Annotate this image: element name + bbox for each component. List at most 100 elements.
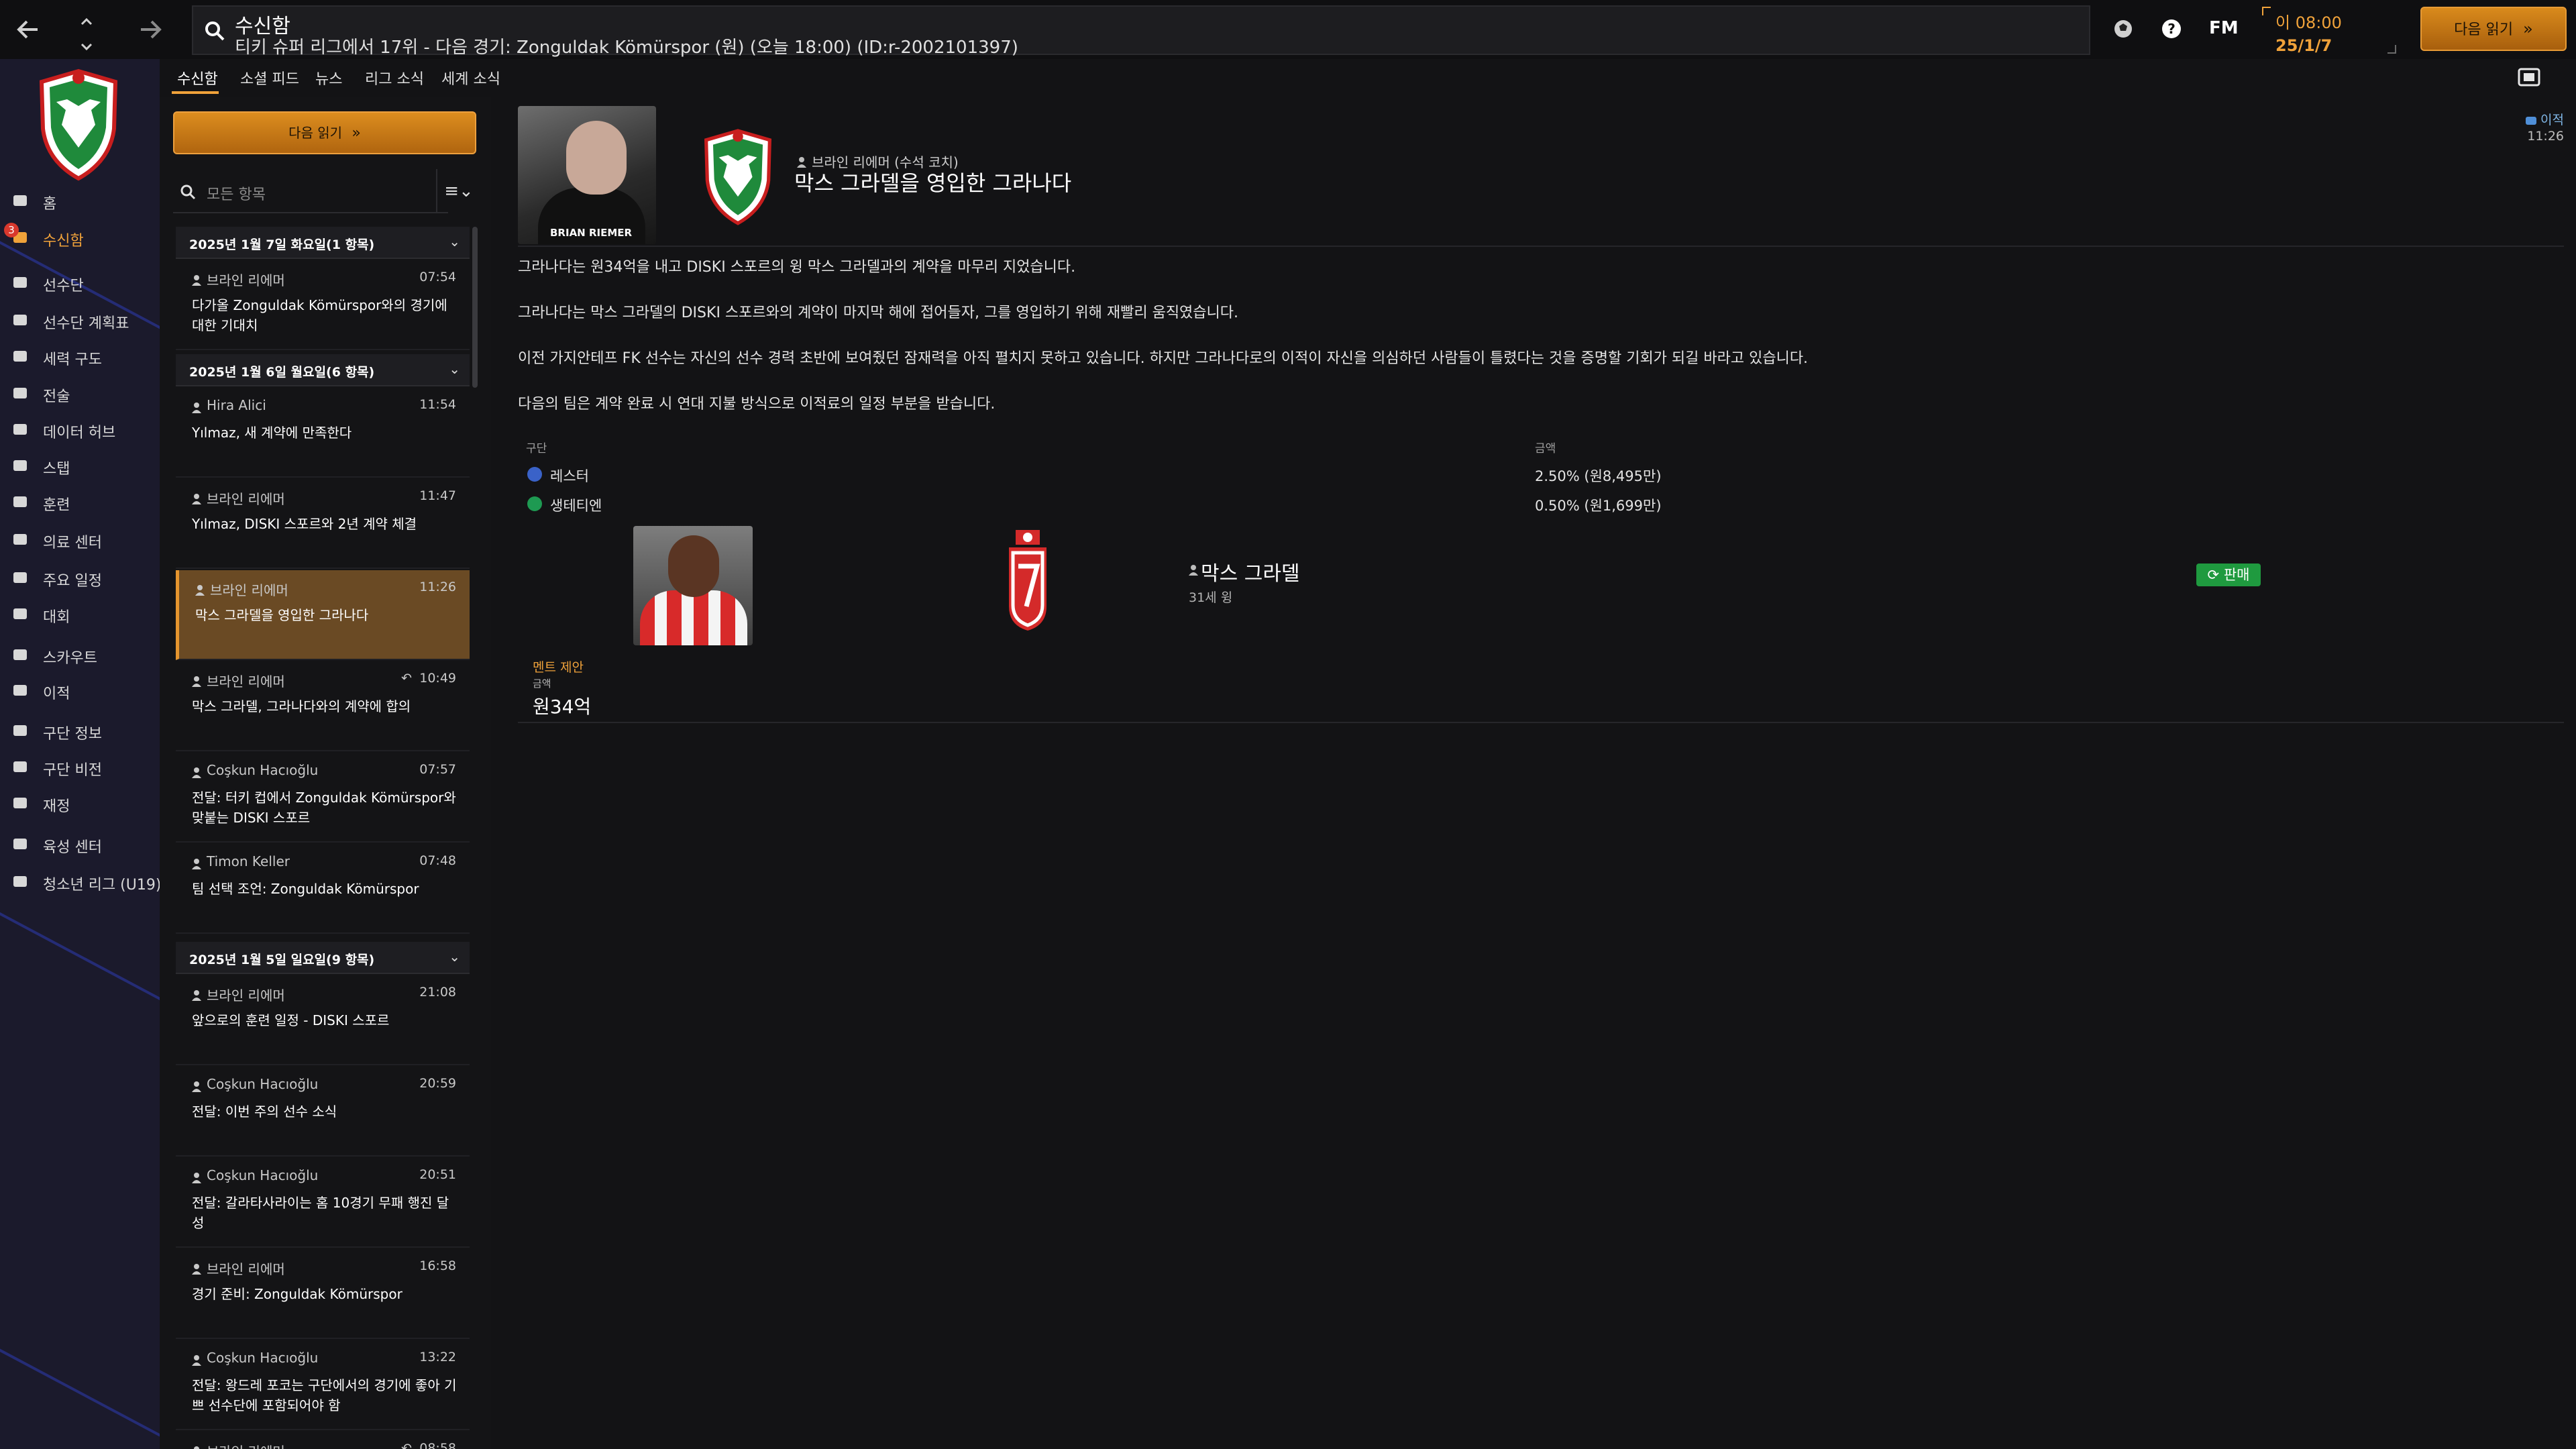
message-paragraph: 다음의 팀은 계약 완료 시 연대 지불 방식으로 이적료의 일정 부분을 받습… xyxy=(518,396,996,413)
date-group-header[interactable]: 2025년 1월 6일 월요일(6 항목) ⌄ xyxy=(176,354,470,386)
offer-value: 원34억 xyxy=(533,696,592,718)
sidebar-item-development[interactable]: 육성 센터 xyxy=(0,826,160,861)
message-paragraph: 이전 가지안테프 FK 선수는 자신의 선수 경력 초반에 보여줬던 잠재력을 … xyxy=(518,350,1809,367)
refresh-icon: ⟳ xyxy=(2207,567,2220,583)
message-time: 20:59 xyxy=(419,1076,456,1091)
sidebar-item-hierarchy[interactable]: 세력 구도 xyxy=(0,339,160,374)
person-icon xyxy=(192,1264,201,1275)
inbox-message-item[interactable]: 브라인 리에머 16:58 경기 준비: Zonguldak Kömürspor xyxy=(176,1249,470,1339)
sidebar-item-label: 주요 일정 xyxy=(43,573,102,590)
forward-button[interactable] xyxy=(136,15,165,44)
inbox-message-item[interactable]: Coşkun Hacıoğlu 13:22 전달: 왕드레 포코는 구단에서의 경기… xyxy=(176,1340,470,1430)
sidebar-item-youth[interactable]: 청소년 리그 (U19) xyxy=(0,864,160,899)
club-crest-icon[interactable] xyxy=(35,67,122,181)
clock-time: 이 08:00 xyxy=(2275,13,2342,32)
table-club-cell[interactable]: 생테티엔 xyxy=(550,495,602,515)
tab-world-news[interactable]: 세계 소식 xyxy=(441,67,500,89)
player-head xyxy=(668,535,719,597)
inbox-message-item[interactable]: 브라인 리에머 07:54 다가올 Zonguldak Kömürspor와의 경기… xyxy=(176,260,470,350)
sidebar-item-scout[interactable]: 스카우트 xyxy=(0,637,160,672)
inbox-message-item[interactable]: Hira Alici 11:54 Yılmaz, 새 계약에 만족한다 xyxy=(176,388,470,478)
inbox-filter-button[interactable]: ≡⌄ xyxy=(436,169,480,213)
arrow-left-icon xyxy=(17,20,38,39)
club-crest-icon[interactable] xyxy=(700,126,775,227)
ball-icon[interactable] xyxy=(2112,17,2135,40)
sidebar-item-home[interactable]: 홈 xyxy=(0,183,160,218)
tab-social-feed[interactable]: 소셜 피드 xyxy=(240,67,299,89)
corner-bracket-icon xyxy=(2387,45,2396,54)
sidebar-item-trophy[interactable]: 대회 xyxy=(0,596,160,631)
sidebar-item-label: 육성 센터 xyxy=(43,839,102,856)
sidebar-item-calendar[interactable]: 주요 일정 xyxy=(0,560,160,595)
inbox-message-item[interactable]: 브라인 리에머 ↶ 08:58 xyxy=(176,1432,470,1449)
home-icon xyxy=(13,195,27,206)
inbox-message-item[interactable]: Coşkun Hacıoğlu 07:57 전달: 터키 컵에서 Zonguldak… xyxy=(176,753,470,843)
sidebar-item-shirt[interactable]: 선수단 xyxy=(0,265,160,300)
inbox-message-item[interactable]: 브라인 리에머 21:08 앞으로의 훈련 일정 - DISKI 스포르 xyxy=(176,975,470,1065)
inbox-search-input[interactable]: 모든 항목 xyxy=(173,169,448,213)
message-subject: 경기 준비: Zonguldak Kömürspor xyxy=(192,1286,402,1302)
person-icon xyxy=(194,1446,199,1449)
inbox-scrollbar[interactable] xyxy=(472,227,478,388)
message-subject: 팀 선택 조언: Zonguldak Kömürspor xyxy=(192,881,419,897)
granada-crest-icon[interactable] xyxy=(1004,527,1052,632)
tab-news[interactable]: 뉴스 xyxy=(315,67,342,89)
continue-label: 다음 읽기 xyxy=(2454,21,2514,38)
sidebar-item-data-hub[interactable]: 데이터 허브 xyxy=(0,412,160,447)
sidebar-item-label: 훈련 xyxy=(43,497,70,514)
inbox-message-item[interactable]: 브라인 리에머 11:47 Yılmaz, DISKI 스포르와 2년 계약 체결 xyxy=(176,479,470,569)
page-subtitle: 티키 슈퍼 리그에서 17위 - 다음 경기: Zonguldak Kömürs… xyxy=(235,38,1018,58)
tab-inbox[interactable]: 수신함 xyxy=(177,67,218,89)
date-group-header[interactable]: 2025년 1월 5일 일요일(9 항목) ⌄ xyxy=(176,942,470,974)
sidebar-item-staff[interactable]: 스탭 xyxy=(0,448,160,483)
date-group-title: 2025년 1월 5일 일요일(9 항목) xyxy=(189,953,375,967)
unread-count-badge: 3 xyxy=(4,223,19,237)
transfer-icon xyxy=(13,685,27,696)
fullscreen-icon[interactable] xyxy=(2517,67,2541,87)
page-search-bar[interactable]: 수신함 티키 슈퍼 리그에서 17위 - 다음 경기: Zonguldak Kö… xyxy=(192,5,2090,58)
player-name[interactable]: 막스 그라델 xyxy=(1201,557,1300,586)
date-group-header[interactable]: 2025년 1월 7일 화요일(1 항목) ⌄ xyxy=(176,227,470,259)
sidebar-item-training[interactable]: 훈련 xyxy=(0,484,160,519)
sidebar-item-label: 홈 xyxy=(43,196,57,213)
message-sender: 브라인 리에머 xyxy=(207,491,285,507)
inbox-message-item[interactable]: Timon Keller 07:48 팀 선택 조언: Zonguldak Kömü… xyxy=(176,844,470,934)
data-hub-icon xyxy=(13,424,27,435)
list-continue-button[interactable]: 다음 읽기 » xyxy=(173,111,476,154)
search-icon xyxy=(205,21,225,41)
tab-league-news[interactable]: 리그 소식 xyxy=(365,67,424,89)
back-button[interactable] xyxy=(13,15,43,44)
person-icon xyxy=(195,585,205,596)
sidebar-item-finance[interactable]: 재정 xyxy=(0,786,160,820)
inbox-message-item[interactable]: Coşkun Hacıoğlu 20:51 전달: 갈라타사라이는 홈 10경기 무… xyxy=(176,1158,470,1248)
inbox-message-item[interactable]: Coşkun Hacıoğlu 20:59 전달: 이번 주의 선수 소식 xyxy=(176,1067,470,1157)
history-up-button[interactable] xyxy=(78,8,95,25)
history-down-button[interactable] xyxy=(78,34,95,51)
sidebar-item-clipboard[interactable]: 선수단 계획표 xyxy=(0,303,160,337)
fm-logo[interactable]: FM xyxy=(2209,18,2239,38)
sidebar-item-label: 세력 구도 xyxy=(43,352,102,368)
continue-button[interactable]: 다음 읽기 » xyxy=(2420,7,2567,51)
sidebar-item-medical[interactable]: 의료 센터 xyxy=(0,522,160,557)
sidebar-item-vision[interactable]: 구단 비전 xyxy=(0,749,160,784)
sidebar-item-label: 청소년 리그 (U19) xyxy=(43,877,160,894)
help-icon[interactable]: ? xyxy=(2160,17,2183,40)
table-club-cell[interactable]: 레스터 xyxy=(550,466,589,486)
player-photo[interactable] xyxy=(633,526,753,645)
youth-icon xyxy=(13,876,27,887)
sidebar-item-inbox[interactable]: 수신함 3 xyxy=(0,220,160,255)
message-time: 08:58 xyxy=(419,1441,456,1449)
coach-photo[interactable]: BRIAN RIEMER xyxy=(518,106,656,244)
message-sender: 브라인 리에머 xyxy=(207,1441,285,1449)
game-clock[interactable]: 이 08:00 25/1/7 xyxy=(2262,7,2396,55)
coach-caption: BRIAN RIEMER xyxy=(550,227,633,239)
inbox-message-item[interactable]: 브라인 리에머 11:26 막스 그라델을 영입한 그라나다 xyxy=(176,570,470,660)
transfer-tag[interactable]: 이적 xyxy=(2526,110,2564,128)
table-header-amount: 금액 xyxy=(1535,442,1556,455)
sidebar-item-transfer[interactable]: 이적 xyxy=(0,673,160,708)
inbox-message-item[interactable]: 브라인 리에머 ↶ 10:49 막스 그라델, 그라나다와의 계약에 합의 xyxy=(176,661,470,751)
sidebar-item-shield[interactable]: 구단 정보 xyxy=(0,713,160,748)
sidebar-item-tactics[interactable]: 전술 xyxy=(0,376,160,411)
player-age-position: 31세 윙 xyxy=(1189,590,1233,605)
message-time: 20:51 xyxy=(419,1167,456,1182)
